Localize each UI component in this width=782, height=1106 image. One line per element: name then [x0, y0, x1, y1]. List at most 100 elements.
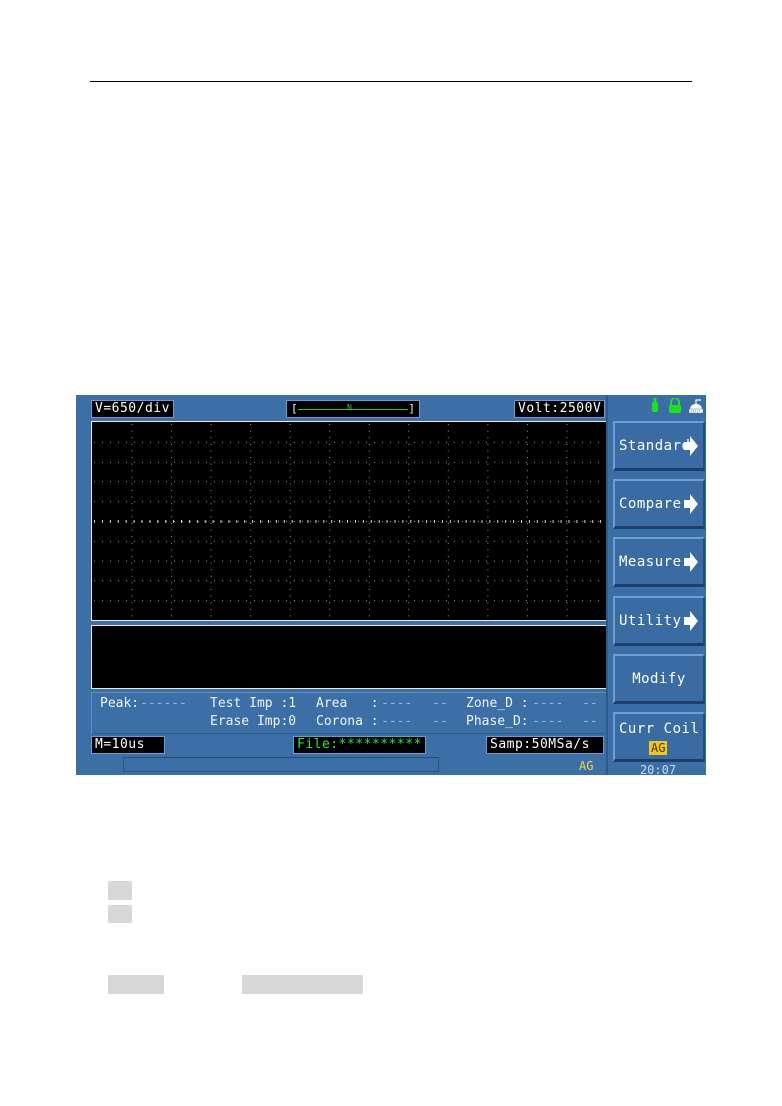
grid-dot — [110, 481, 111, 483]
side-menu: Standard Compare Measure Utility Modify … — [606, 395, 706, 775]
grid-dot — [102, 580, 103, 582]
grid-dot — [366, 521, 367, 522]
grid-dot — [350, 540, 351, 542]
grid-dot — [102, 501, 103, 503]
grid-dot — [478, 580, 479, 582]
grid-dot — [102, 441, 103, 443]
grid-dot — [131, 582, 133, 584]
grid-dot — [422, 521, 423, 522]
grid-dot — [534, 481, 535, 483]
grid-dot — [110, 560, 111, 562]
grid-dot — [574, 461, 575, 463]
grid-dot — [494, 441, 495, 443]
grid-dot — [126, 560, 127, 562]
grid-dot — [342, 540, 343, 542]
grid-dot — [487, 509, 489, 511]
grid-dot — [566, 481, 567, 483]
grid-dot — [329, 556, 331, 557]
grid-dot — [254, 560, 255, 562]
grid-tick — [600, 520, 602, 523]
grid-dot — [326, 580, 327, 582]
grid-tick — [204, 520, 206, 523]
grid-dot — [230, 481, 231, 483]
grid-dot — [526, 443, 528, 445]
grid-dot — [270, 600, 271, 602]
grid-dot — [270, 501, 271, 503]
grid-dot — [210, 602, 212, 604]
grid-dot — [502, 441, 503, 443]
grid-dot — [406, 521, 407, 522]
trigger-position-indicator[interactable]: [ N ] — [286, 400, 420, 418]
grid-dot — [454, 600, 455, 602]
grid-dot — [289, 509, 291, 511]
grid-dot — [374, 441, 375, 443]
grid-dot — [222, 560, 223, 562]
grid-dot — [171, 490, 173, 491]
grid-tick — [473, 520, 475, 523]
grid-dot — [326, 481, 327, 483]
grid-dot — [574, 501, 575, 503]
grid-dot — [526, 457, 528, 458]
grid-dot — [210, 483, 212, 485]
test-imp-value: Test Imp :1 — [210, 696, 297, 711]
grid-dot — [142, 600, 143, 602]
measurement-panel: Peak: ------ Test Imp :1 Erase Imp:0 Are… — [91, 692, 607, 734]
grid-dot — [582, 560, 583, 562]
placeholder-box — [108, 975, 164, 994]
grid-dot — [487, 470, 489, 472]
grid-dot — [446, 481, 447, 483]
grid-dot — [430, 501, 431, 503]
grid-dot — [382, 560, 383, 562]
grid-dot — [374, 600, 375, 602]
grid-dot — [447, 476, 449, 478]
grid-dot — [406, 580, 407, 582]
grid-dot — [310, 521, 311, 522]
grid-dot — [171, 549, 173, 551]
grid-dot — [422, 461, 423, 463]
grid-dot — [150, 540, 151, 542]
grid-dot — [447, 575, 449, 577]
grid-dot — [190, 441, 191, 443]
utility-button[interactable]: Utility — [613, 596, 705, 646]
grid-dot — [118, 441, 119, 443]
grid-dot — [134, 540, 135, 542]
grid-dot — [286, 540, 287, 542]
grid-dot — [174, 521, 175, 522]
grid-dot — [358, 521, 359, 522]
grid-dot — [447, 602, 449, 604]
grid-dot — [470, 580, 471, 582]
grid-tick — [307, 520, 309, 523]
grid-dot — [430, 580, 431, 582]
grid-dot — [222, 521, 223, 522]
grid-dot — [214, 580, 215, 582]
grid-dot — [430, 540, 431, 542]
grid-dot — [526, 470, 528, 472]
grid-dot — [182, 560, 183, 562]
grid-dot — [334, 461, 335, 463]
compare-button[interactable]: Compare — [613, 479, 705, 529]
grid-dot — [526, 540, 527, 542]
grid-tick — [370, 520, 372, 523]
current-coil-button[interactable]: Curr Coil AG — [613, 712, 705, 762]
grid-dot — [447, 556, 449, 557]
grid-dot — [368, 496, 370, 498]
grid-dot — [526, 536, 528, 538]
grid-dot — [210, 463, 212, 465]
measure-button[interactable]: Measure — [613, 537, 705, 587]
grid-dot — [214, 521, 215, 522]
grid-dot — [171, 516, 173, 518]
grid-dot — [118, 501, 119, 503]
grid-dot — [542, 540, 543, 542]
modify-button[interactable]: Modify — [613, 654, 705, 704]
grid-dot — [94, 501, 95, 503]
grid-dot — [250, 457, 252, 458]
grid-dot — [422, 580, 423, 582]
grid-dot — [526, 476, 528, 478]
grid-dot — [238, 481, 239, 483]
grid-dot — [368, 483, 370, 485]
grid-dot — [590, 521, 591, 522]
standard-button[interactable]: Standard — [613, 421, 705, 471]
grid-dot — [368, 549, 370, 551]
grid-dot — [447, 523, 449, 524]
grid-dot — [126, 461, 127, 463]
